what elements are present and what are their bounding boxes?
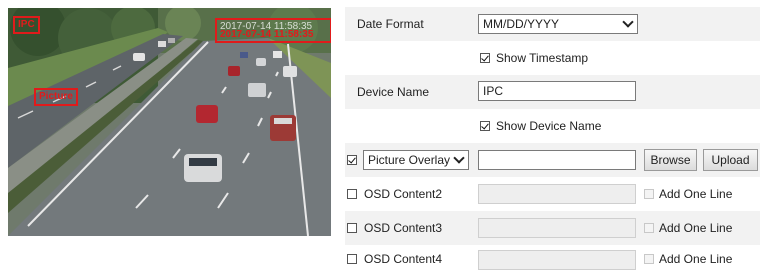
osd-content2-label: OSD Content2 [364,187,443,201]
show-timestamp-label: Show Timestamp [496,51,589,65]
osd-content3-label: OSD Content3 [364,221,443,235]
show-timestamp-row: Show Timestamp [345,41,760,75]
show-timestamp-checkbox[interactable] [480,53,490,63]
osd-content4-input[interactable] [478,250,636,270]
osd-content2-input[interactable] [478,184,636,204]
osd-content2-checkbox[interactable] [347,189,357,199]
picture-overlay-select[interactable]: Picture Overlay [363,150,469,170]
date-format-value: MM/DD/YYYY [483,17,560,31]
osd-content3-add-line-checkbox[interactable] [644,223,654,233]
osd-content2-add-line-label: Add One Line [659,187,733,201]
date-format-select[interactable]: MM/DD/YYYY [478,14,638,34]
osd-content4-label: OSD Content4 [364,251,443,266]
osd-content4-add-line-checkbox[interactable] [644,253,654,264]
picture-overlay-select-value: Picture Overlay [368,153,451,167]
osd-content4-row: OSD Content4 Add One Line [345,245,760,272]
osd-content3-checkbox[interactable] [347,223,357,233]
show-device-name-checkbox[interactable] [480,121,490,131]
date-format-label: Date Format [357,17,424,31]
upload-button[interactable]: Upload [703,149,758,171]
device-name-label: Device Name [357,85,430,99]
date-format-row: Date Format MM/DD/YYYY [345,7,760,41]
chevron-down-icon [453,152,465,164]
picture-overlay-row: Picture Overlay Browse Upload [345,143,760,177]
osd-content3-input[interactable] [478,218,636,238]
osd-content4-checkbox[interactable] [347,253,357,264]
osd-content3-add-line-label: Add One Line [659,221,733,235]
osd-timestamp-shadow: 2017-07-14 11:58:35 [220,21,313,32]
camera-preview: IPC Picture 2017-07-14 11:58:35 2017-07-… [8,8,331,236]
chevron-down-icon [622,16,634,28]
osd-content3-row: OSD Content3 Add One Line [345,211,760,245]
device-name-input[interactable]: IPC [478,81,636,101]
show-device-name-label: Show Device Name [496,119,602,133]
show-device-name-row: Show Device Name [345,109,760,143]
osd-content2-add-line-checkbox[interactable] [644,189,654,199]
osd-content2-row: OSD Content2 Add One Line [345,177,760,211]
osd-device-name-overlay[interactable]: IPC [13,16,40,34]
picture-overlay-checkbox[interactable] [347,155,357,165]
device-name-row: Device Name IPC [345,75,760,109]
browse-button[interactable]: Browse [644,149,697,171]
picture-file-input[interactable] [478,150,636,170]
osd-content4-add-line-label: Add One Line [659,251,733,266]
osd-picture-overlay[interactable]: Picture [34,88,78,106]
osd-timestamp-overlay[interactable]: 2017-07-14 11:58:35 2017-07-14 11:58:35 [215,18,331,43]
